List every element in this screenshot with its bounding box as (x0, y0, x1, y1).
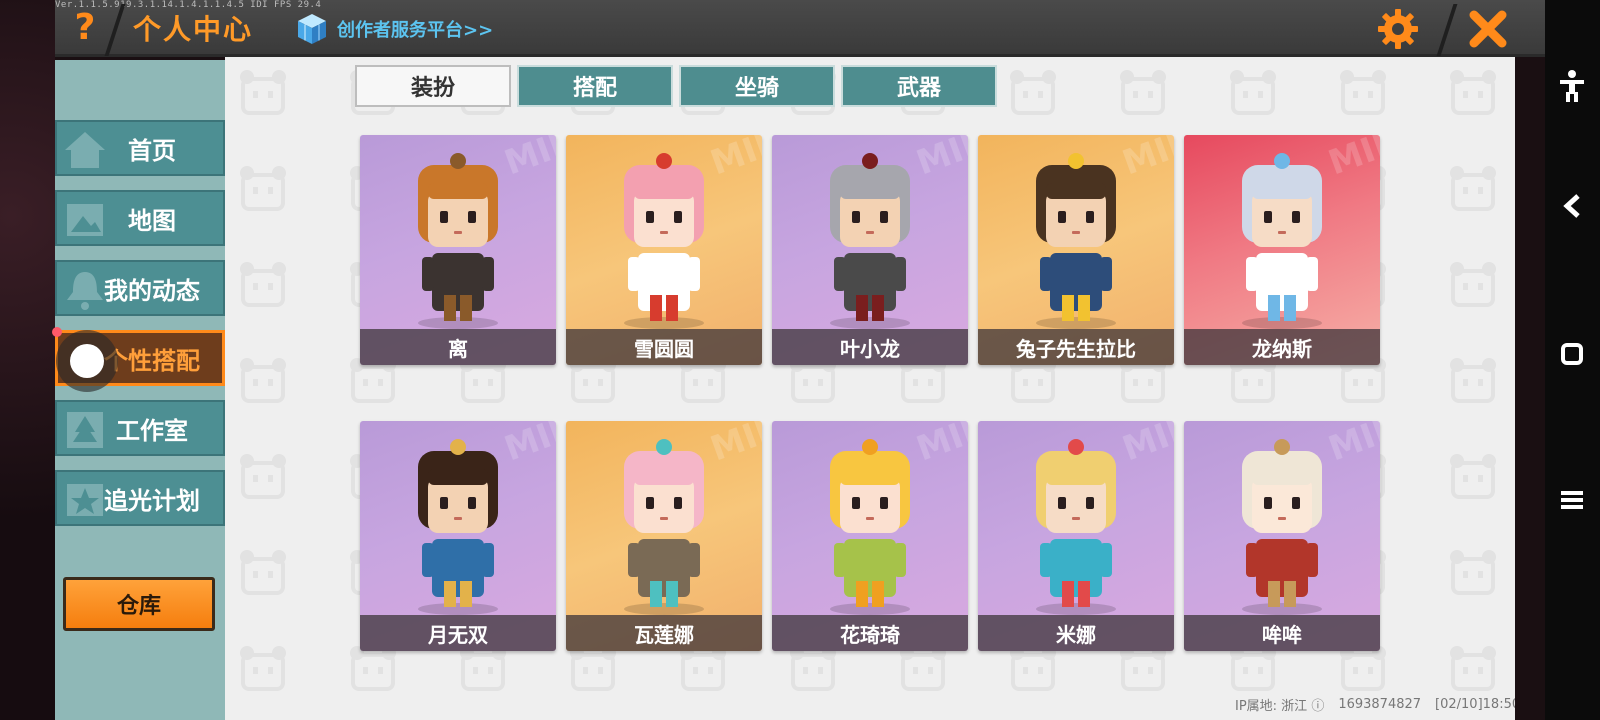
assistive-ball-icon (70, 344, 104, 378)
sidebar-item-studio[interactable]: 工作室 (55, 400, 225, 456)
divider (1436, 4, 1458, 56)
sidebar-item-light-plan[interactable]: 追光计划 (55, 470, 225, 526)
creator-platform-link[interactable]: 创作者服务平台>> (295, 10, 493, 48)
recents-button[interactable] (1552, 480, 1592, 520)
svg-text:MINI: MINI (705, 421, 762, 469)
character-figure: MINI (1242, 135, 1380, 329)
skin-name: 月无双 (360, 615, 556, 651)
skin-card[interactable]: MINI 兔子先生拉比 (978, 135, 1174, 365)
main-panel: 装扮 搭配 坐骑 武器 MINI 离 MINI 雪圆圆 MINI 叶小龙 MINI 兔子先生拉… (225, 57, 1515, 720)
svg-text:MINI: MINI (911, 135, 968, 183)
back-button[interactable] (1552, 186, 1592, 226)
user-id: 1693874827 (1338, 696, 1422, 712)
character-figure: MINI (418, 135, 556, 329)
character-figure: MINI (1036, 135, 1174, 329)
accessibility-button[interactable] (1552, 66, 1592, 106)
help-button[interactable]: ? (63, 6, 107, 50)
sidebar-item-map[interactable]: 地图 (55, 190, 225, 246)
svg-text:MINI: MINI (499, 421, 556, 469)
character-figure: MINI (830, 135, 968, 329)
sidebar-item-label: 地图 (128, 206, 176, 235)
svg-text:MINI: MINI (1117, 421, 1174, 469)
skin-name: 兔子先生拉比 (978, 329, 1174, 365)
sidebar-item-label: 追光计划 (104, 486, 200, 515)
floating-assistive-ball[interactable] (56, 330, 118, 392)
timestamp: [02/10]18:50:0 (1435, 696, 1515, 712)
skin-card[interactable]: MINI 花琦琦 (772, 421, 968, 651)
svg-text:MINI: MINI (1323, 421, 1380, 469)
warehouse-button[interactable]: 仓库 (63, 577, 215, 631)
settings-button[interactable] (1375, 6, 1421, 52)
character-figure: MINI (830, 421, 968, 615)
skin-grid: MINI 离 MINI 雪圆圆 MINI 叶小龙 MINI 兔子先生拉比 MINI 龙纳斯 MINI… (360, 135, 1380, 651)
svg-text:MINI: MINI (705, 135, 762, 183)
cube-icon (298, 14, 326, 44)
tab-weapon[interactable]: 武器 (841, 65, 997, 107)
skin-name: 哞哞 (1184, 615, 1380, 651)
tab-costume[interactable]: 装扮 (355, 65, 511, 107)
close-icon (1469, 10, 1507, 48)
home-icon (65, 132, 105, 168)
skin-name: 叶小龙 (772, 329, 968, 365)
left-background (0, 0, 55, 720)
page-title: 个人中心 (133, 13, 254, 46)
home-button[interactable] (1552, 334, 1592, 374)
character-figure: MINI (624, 421, 762, 615)
ip-location: IP属地: 浙江 ⓘ (1235, 698, 1325, 714)
sidebar-item-activity[interactable]: 我的动态 (55, 260, 225, 316)
skin-card[interactable]: MINI 瓦莲娜 (566, 421, 762, 651)
skin-name: 瓦莲娜 (566, 615, 762, 651)
character-figure: MINI (1036, 421, 1174, 615)
skin-card[interactable]: MINI 月无双 (360, 421, 556, 651)
skin-card[interactable]: MINI 离 (360, 135, 556, 365)
skin-name: 花琦琦 (772, 615, 968, 651)
gear-icon (1378, 9, 1418, 49)
chevron-left-icon (1563, 194, 1580, 218)
notification-dot (52, 327, 62, 337)
character-figure: MINI (1242, 421, 1380, 615)
sidebar-item-label: 我的动态 (104, 276, 200, 305)
header-bar: Ver.1.1.5.919.3.1.14.1.4.1.1.4.5 IDI FPS… (55, 0, 1545, 57)
tab-mount[interactable]: 坐骑 (679, 65, 835, 107)
skin-name: 龙纳斯 (1184, 329, 1380, 365)
map-icon (67, 204, 103, 236)
svg-text:MINI: MINI (911, 421, 968, 469)
accessibility-icon (1560, 70, 1584, 102)
skin-name: 雪圆圆 (566, 329, 762, 365)
skin-card[interactable]: MINI 龙纳斯 (1184, 135, 1380, 365)
divider (104, 4, 126, 56)
svg-text:MINI: MINI (1117, 135, 1174, 183)
skin-name: 离 (360, 329, 556, 365)
square-icon (1561, 343, 1583, 365)
skin-card[interactable]: MINI 叶小龙 (772, 135, 968, 365)
sidebar-item-label: 工作室 (116, 416, 188, 445)
svg-text:MINI: MINI (1323, 135, 1380, 183)
character-figure: MINI (418, 421, 556, 615)
skin-name: 米娜 (978, 615, 1174, 651)
sidebar-item-home[interactable]: 首页 (55, 120, 225, 176)
tab-bar: 装扮 搭配 坐骑 武器 (355, 65, 997, 107)
character-figure: MINI (624, 135, 762, 329)
question-icon: ? (74, 7, 96, 48)
skin-card[interactable]: MINI 米娜 (978, 421, 1174, 651)
platform-link-label: 创作者服务平台>> (337, 20, 494, 41)
svg-text:MINI: MINI (499, 135, 556, 183)
tab-outfit-combo[interactable]: 搭配 (517, 65, 673, 107)
close-button[interactable] (1465, 6, 1511, 52)
footer-info: IP属地: 浙江 ⓘ 1693874827 [02/10]18:50:0 (1235, 690, 1515, 718)
skin-card[interactable]: MINI 雪圆圆 (566, 135, 762, 365)
skin-card[interactable]: MINI 哞哞 (1184, 421, 1380, 651)
sidebar-item-label: 首页 (128, 136, 176, 165)
menu-icon (1561, 491, 1583, 509)
